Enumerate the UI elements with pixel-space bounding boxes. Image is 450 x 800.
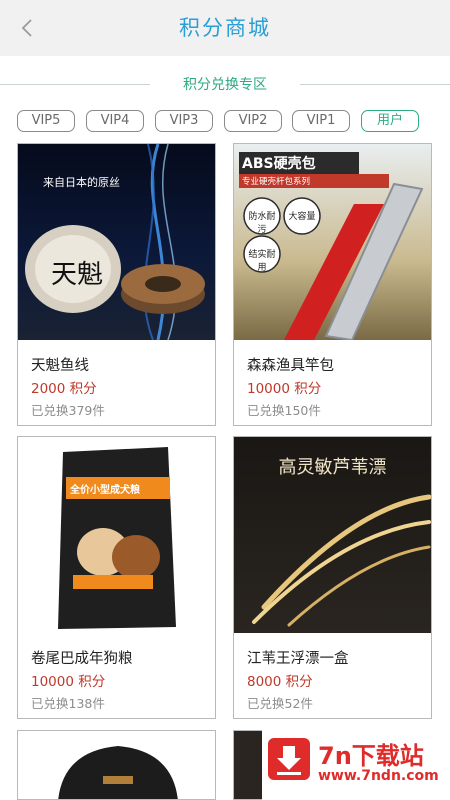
product-price: 10000 积分 bbox=[31, 674, 106, 690]
product-image: ABS硬壳包 专业硬壳杆包系列 防水耐污 大容量 结实耐用 bbox=[234, 144, 431, 340]
download-icon bbox=[268, 738, 310, 780]
tier-tab-vip4[interactable]: VIP4 bbox=[86, 110, 144, 132]
product-image: 来自日本的原丝 天魁 bbox=[18, 144, 215, 340]
page-title: 积分商城 bbox=[179, 16, 271, 40]
feature-badge: 结实耐用 bbox=[248, 250, 276, 273]
product-price: 10000 积分 bbox=[247, 381, 322, 397]
image-headline: ABS硬壳包 bbox=[242, 156, 316, 172]
feature-badge: 防水耐污 bbox=[248, 212, 276, 235]
dog-food-bag-image bbox=[58, 447, 176, 629]
image-caption: 来自日本的原丝 bbox=[43, 176, 120, 189]
product-image bbox=[18, 731, 215, 799]
image-headline: 全价小型成犬粮 bbox=[70, 485, 140, 496]
product-image: 高灵敏芦苇漂 bbox=[234, 437, 431, 633]
tier-tab-user[interactable]: 用户 bbox=[361, 110, 419, 132]
tier-tab-vip1[interactable]: VIP1 bbox=[292, 110, 350, 132]
image-headline: 高灵敏芦苇漂 bbox=[278, 457, 387, 478]
tier-filter-bar: VIP5 VIP4 VIP3 VIP2 VIP1 用户 bbox=[17, 110, 437, 134]
product-card[interactable]: 高灵敏芦苇漂 江苇王浮漂一盒 8000 积分 已兑换52件 bbox=[233, 436, 432, 719]
product-card[interactable]: 全价小型成犬粮 卷尾巴成年狗粮 10000 积分 已兑换138件 bbox=[17, 436, 216, 719]
product-price: 2000 积分 bbox=[31, 381, 97, 397]
product-name: 卷尾巴成年狗粮 bbox=[31, 651, 133, 667]
top-bar: 积分商城 bbox=[0, 0, 450, 56]
product-sold-count: 已兑换138件 bbox=[31, 696, 105, 711]
watermark-title: 7n下载站 bbox=[318, 742, 424, 770]
product-sold-count: 已兑换150件 bbox=[247, 403, 321, 418]
image-subtitle: 专业硬壳杆包系列 bbox=[242, 177, 311, 187]
product-card[interactable]: ABS硬壳包 专业硬壳杆包系列 防水耐污 大容量 结实耐用 森森渔具竿包 100… bbox=[233, 143, 432, 426]
feature-badge: 大容量 bbox=[288, 212, 316, 222]
tier-tab-vip5[interactable]: VIP5 bbox=[17, 110, 75, 132]
product-name: 天魁鱼线 bbox=[31, 358, 89, 374]
product-image: 全价小型成犬粮 bbox=[18, 437, 215, 633]
product-card[interactable]: 来自日本的原丝 天魁 天魁鱼线 2000 积分 已兑换379件 bbox=[17, 143, 216, 426]
image-brand-text: 天魁 bbox=[51, 260, 104, 290]
product-sold-count: 已兑换52件 bbox=[247, 696, 313, 711]
product-price: 8000 积分 bbox=[247, 674, 313, 690]
watermark-logo: 7n下载站 www.7ndn.com bbox=[262, 730, 450, 800]
section-title: 积分兑换专区 bbox=[183, 77, 267, 93]
product-sold-count: 已兑换379件 bbox=[31, 403, 105, 418]
watermark-url: www.7ndn.com bbox=[318, 768, 439, 784]
rod-bag-image bbox=[239, 152, 424, 340]
tier-tab-vip2[interactable]: VIP2 bbox=[224, 110, 282, 132]
product-name: 森森渔具竿包 bbox=[247, 358, 334, 374]
product-name: 江苇王浮漂一盒 bbox=[247, 651, 349, 667]
backpack-image bbox=[58, 746, 178, 799]
tier-tab-vip3[interactable]: VIP3 bbox=[155, 110, 213, 132]
section-divider: 积分兑换专区 bbox=[0, 72, 450, 98]
product-card[interactable] bbox=[17, 730, 216, 800]
